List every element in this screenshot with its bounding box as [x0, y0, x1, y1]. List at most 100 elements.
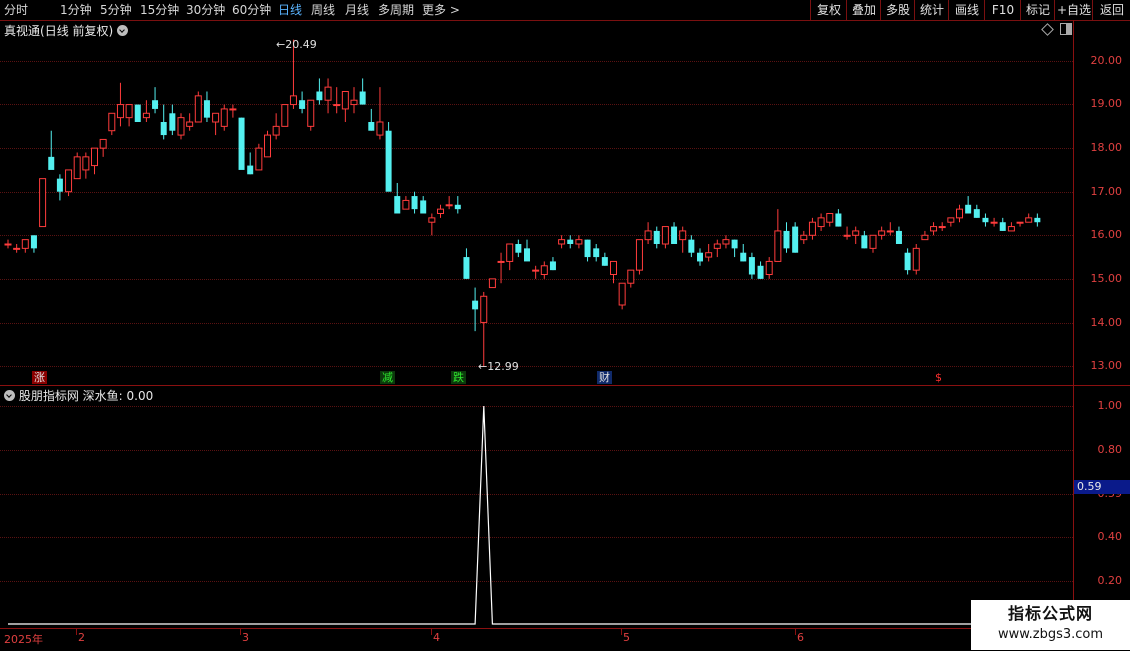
- event-badge-die[interactable]: 跌: [451, 371, 466, 384]
- candle[interactable]: [73, 152, 81, 180]
- candle[interactable]: [134, 104, 141, 122]
- candle[interactable]: [965, 196, 972, 214]
- candle[interactable]: [411, 191, 418, 214]
- candle[interactable]: [21, 239, 29, 253]
- candle[interactable]: [488, 278, 496, 289]
- candle[interactable]: [540, 261, 548, 279]
- candle[interactable]: [65, 169, 73, 197]
- candle[interactable]: [142, 100, 150, 122]
- candle[interactable]: [549, 257, 556, 271]
- candle[interactable]: [445, 196, 453, 210]
- candle[interactable]: [740, 244, 747, 262]
- candle[interactable]: [420, 196, 427, 214]
- candle[interactable]: [593, 244, 600, 262]
- overlay-button[interactable]: 叠加: [846, 0, 881, 20]
- candle[interactable]: [394, 183, 401, 214]
- multi-stock-button[interactable]: 多股: [880, 0, 915, 20]
- candle[interactable]: [341, 91, 349, 123]
- candle[interactable]: [212, 112, 220, 136]
- candle[interactable]: [635, 239, 643, 275]
- period-tab-weekly[interactable]: 周线: [311, 2, 335, 18]
- candlestick-chart[interactable]: [0, 20, 1073, 385]
- candle[interactable]: [947, 217, 955, 227]
- candle[interactable]: [194, 91, 202, 123]
- candle[interactable]: [56, 174, 63, 201]
- candle[interactable]: [644, 222, 652, 244]
- candle[interactable]: [956, 204, 963, 223]
- candle[interactable]: [307, 99, 315, 131]
- candle[interactable]: [402, 196, 410, 210]
- event-badge-jian[interactable]: 减: [380, 371, 395, 384]
- candle[interactable]: [82, 152, 90, 179]
- candle[interactable]: [91, 147, 98, 175]
- candle[interactable]: [713, 239, 721, 258]
- candle[interactable]: [428, 213, 436, 236]
- candle[interactable]: [203, 91, 210, 123]
- period-tab-60min[interactable]: 60分钟: [232, 2, 271, 18]
- candle[interactable]: [808, 217, 816, 240]
- candle[interactable]: [835, 209, 842, 227]
- candle[interactable]: [792, 222, 799, 253]
- candle[interactable]: [238, 117, 245, 170]
- candle[interactable]: [731, 239, 738, 258]
- candle[interactable]: [722, 235, 730, 249]
- candle[interactable]: [506, 243, 514, 271]
- period-tab-monthly[interactable]: 月线: [345, 2, 369, 18]
- candle[interactable]: [99, 138, 107, 157]
- statistics-button[interactable]: 统计: [914, 0, 949, 20]
- candle[interactable]: [30, 235, 37, 253]
- candle[interactable]: [705, 244, 713, 262]
- candle[interactable]: [930, 222, 938, 236]
- candle[interactable]: [125, 104, 133, 127]
- candle[interactable]: [973, 204, 980, 218]
- candle[interactable]: [385, 122, 392, 192]
- candle[interactable]: [186, 113, 194, 131]
- candle[interactable]: [558, 235, 566, 249]
- period-tab-15min[interactable]: 15分钟: [140, 2, 179, 18]
- candle[interactable]: [116, 82, 124, 127]
- candle[interactable]: [679, 226, 687, 253]
- candle[interactable]: [160, 104, 167, 140]
- candle[interactable]: [299, 91, 306, 114]
- mark-button[interactable]: 标记: [1020, 0, 1055, 20]
- candle[interactable]: [697, 248, 703, 266]
- f10-button[interactable]: F10: [984, 0, 1021, 20]
- candle[interactable]: [938, 222, 946, 231]
- candle[interactable]: [272, 113, 280, 140]
- candle[interactable]: [1007, 222, 1015, 232]
- candle[interactable]: [618, 282, 626, 310]
- candle[interactable]: [316, 78, 323, 105]
- candle[interactable]: [878, 226, 886, 240]
- candle[interactable]: [324, 78, 332, 114]
- candle[interactable]: [886, 222, 894, 236]
- candle[interactable]: [524, 239, 530, 262]
- candle[interactable]: [350, 87, 358, 114]
- candle[interactable]: [921, 230, 929, 241]
- candle[interactable]: [774, 209, 782, 262]
- candle[interactable]: [368, 108, 375, 131]
- period-tab-multi[interactable]: 多周期: [378, 2, 414, 18]
- candle[interactable]: [748, 252, 755, 279]
- candle[interactable]: [584, 239, 591, 262]
- candle[interactable]: [852, 226, 860, 244]
- candle[interactable]: [177, 113, 185, 140]
- candle[interactable]: [1016, 221, 1024, 227]
- candle[interactable]: [610, 260, 617, 284]
- candle[interactable]: [480, 291, 488, 367]
- candle[interactable]: [904, 248, 911, 275]
- candle[interactable]: [1034, 213, 1041, 227]
- candle[interactable]: [13, 244, 21, 253]
- event-badge-cai[interactable]: 财: [597, 371, 612, 384]
- candle[interactable]: [575, 235, 583, 249]
- period-tab-1min[interactable]: 1分钟: [60, 2, 92, 18]
- candle[interactable]: [463, 248, 470, 279]
- candle[interactable]: [454, 196, 461, 214]
- candle[interactable]: [671, 222, 678, 244]
- candle[interactable]: [437, 204, 444, 218]
- add-watchlist-button[interactable]: +自选: [1054, 0, 1093, 20]
- candle[interactable]: [497, 252, 505, 284]
- candle[interactable]: [229, 104, 237, 118]
- candle[interactable]: [826, 213, 834, 227]
- candle[interactable]: [333, 87, 341, 114]
- candle[interactable]: [472, 287, 479, 332]
